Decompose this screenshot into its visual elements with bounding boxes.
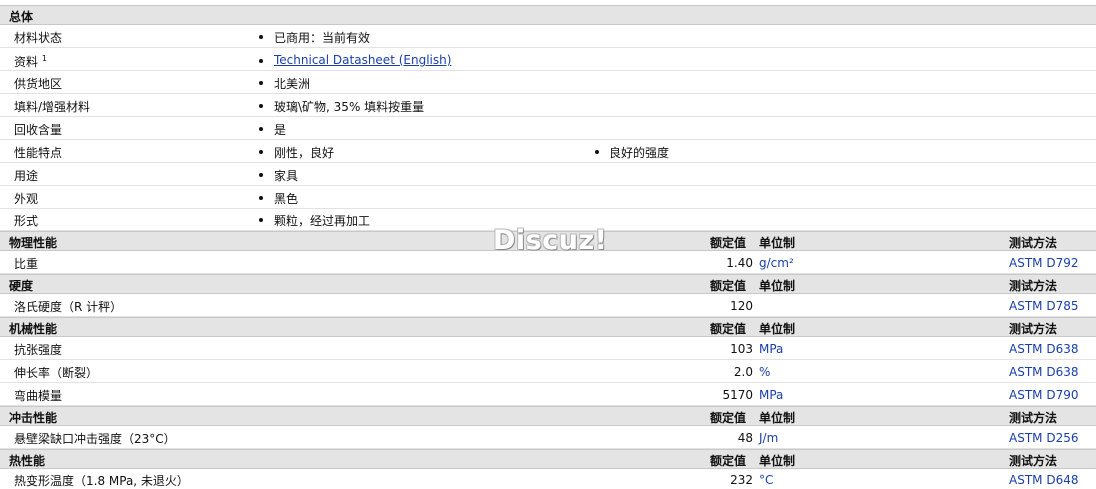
test-method-header: 测试方法 xyxy=(1009,279,1058,293)
property-label: 资料 1 xyxy=(14,54,47,69)
rated-value-header: 额定值 xyxy=(710,454,747,468)
section-title: 硬度 xyxy=(9,279,34,293)
property-label: 弯曲模量 xyxy=(14,389,63,403)
property-value: 5170 xyxy=(722,388,753,402)
bullet-icon xyxy=(259,173,263,177)
property-value: 黑色 xyxy=(274,192,299,206)
test-method: ASTM D638 xyxy=(1009,365,1079,379)
property-value: 刚性，良好 xyxy=(274,146,335,160)
property-unit: % xyxy=(759,365,771,379)
property-label: 伸长率（断裂） xyxy=(14,366,99,380)
property-value: 颗粒，经过再加工 xyxy=(274,214,371,228)
test-method: ASTM D792 xyxy=(1009,256,1079,270)
property-unit: MPa xyxy=(759,388,784,402)
property-row: 供货地区 北美洲 xyxy=(0,71,1096,94)
property-label: 热变形温度（1.8 MPa, 未退火） xyxy=(14,474,189,488)
test-method: ASTM D790 xyxy=(1009,388,1079,402)
unit-header: 单位制 xyxy=(759,236,796,250)
bullet-icon xyxy=(259,218,263,222)
section-title: 物理性能 xyxy=(9,236,58,250)
property-label: 回收含量 xyxy=(14,123,63,137)
section-title: 热性能 xyxy=(9,454,46,468)
property-unit: °C xyxy=(759,473,774,487)
unit-header: 单位制 xyxy=(759,411,796,425)
property-label: 抗张强度 xyxy=(14,343,63,357)
table-row: 抗张强度 103 MPa ASTM D638 xyxy=(0,337,1096,360)
property-value: 是 xyxy=(274,123,287,137)
bullet-icon xyxy=(259,104,263,108)
property-unit: MPa xyxy=(759,342,784,356)
rated-value-header: 额定值 xyxy=(710,236,747,250)
property-value: 120 xyxy=(730,299,753,313)
table-row: 悬壁梁缺口冲击强度（23°C） 48 J/m ASTM D256 xyxy=(0,426,1096,449)
property-label: 比重 xyxy=(14,257,39,271)
property-value: 103 xyxy=(730,342,753,356)
property-value: 家具 xyxy=(274,169,299,183)
unit-header: 单位制 xyxy=(759,279,796,293)
property-value: 48 xyxy=(737,431,753,445)
property-row: 资料 1 Technical Datasheet (English) xyxy=(0,48,1096,71)
property-value: 232 xyxy=(730,473,753,487)
property-value: 1.40 xyxy=(726,256,753,270)
section-title: 机械性能 xyxy=(9,322,58,336)
property-label: 性能特点 xyxy=(14,146,63,160)
property-row: 材料状态 已商用：当前有效 xyxy=(0,25,1096,48)
bullet-icon xyxy=(259,150,263,154)
property-label: 填料/增强材料 xyxy=(14,100,91,114)
rated-value-header: 额定值 xyxy=(710,411,747,425)
property-label: 洛氏硬度（R 计秤） xyxy=(14,300,123,314)
bullet-icon xyxy=(595,150,599,154)
bullet-icon xyxy=(259,35,263,39)
property-label: 外观 xyxy=(14,192,39,206)
test-method-header: 测试方法 xyxy=(1009,411,1058,425)
table-row: 热变形温度（1.8 MPa, 未退火） 232 °C ASTM D648 xyxy=(0,469,1096,489)
bullet-icon xyxy=(259,81,263,85)
property-unit: J/m xyxy=(759,431,779,445)
property-label: 形式 xyxy=(14,214,39,228)
test-method: ASTM D785 xyxy=(1009,299,1079,313)
property-label: 悬壁梁缺口冲击强度（23°C） xyxy=(14,432,176,446)
test-method: ASTM D256 xyxy=(1009,431,1079,445)
property-row: 用途 家具 xyxy=(0,163,1096,186)
unit-header: 单位制 xyxy=(759,454,796,468)
test-method: ASTM D638 xyxy=(1009,342,1079,356)
table-row: 洛氏硬度（R 计秤） 120 ASTM D785 xyxy=(0,294,1096,317)
rated-value-header: 额定值 xyxy=(710,279,747,293)
test-method-header: 测试方法 xyxy=(1009,454,1058,468)
section-header-thermal: 热性能 额定值 单位制 测试方法 xyxy=(0,449,1096,469)
property-row: 外观 黑色 xyxy=(0,186,1096,209)
property-label: 供货地区 xyxy=(14,77,63,91)
section-title: 冲击性能 xyxy=(9,411,58,425)
table-row: 弯曲模量 5170 MPa ASTM D790 xyxy=(0,383,1096,406)
rated-value-header: 额定值 xyxy=(710,322,747,336)
section-header-impact: 冲击性能 额定值 单位制 测试方法 xyxy=(0,406,1096,426)
property-unit: g/cm² xyxy=(759,256,794,270)
test-method-header: 测试方法 xyxy=(1009,236,1058,250)
test-method: ASTM D648 xyxy=(1009,473,1079,487)
section-header-mechanical: 机械性能 额定值 单位制 测试方法 xyxy=(0,317,1096,337)
datasheet-link[interactable]: Technical Datasheet (English) xyxy=(274,53,451,67)
section-header-general: 总体 xyxy=(0,5,1096,25)
property-row: 回收含量 是 xyxy=(0,117,1096,140)
unit-header: 单位制 xyxy=(759,322,796,336)
table-row: 伸长率（断裂） 2.0 % ASTM D638 xyxy=(0,360,1096,383)
bullet-icon xyxy=(259,127,263,131)
property-value: 良好的强度 xyxy=(609,146,670,160)
section-header-hardness: 硬度 额定值 单位制 测试方法 xyxy=(0,274,1096,294)
property-value: 玻璃\矿物, 35% 填料按重量 xyxy=(274,100,425,114)
property-value: 已商用：当前有效 xyxy=(274,31,371,45)
property-row: 填料/增强材料 玻璃\矿物, 35% 填料按重量 xyxy=(0,94,1096,117)
property-label: 用途 xyxy=(14,169,39,183)
bullet-icon xyxy=(259,196,263,200)
bullet-icon xyxy=(259,59,263,63)
test-method-header: 测试方法 xyxy=(1009,322,1058,336)
property-value: 北美洲 xyxy=(274,77,311,91)
watermark: Discuz! xyxy=(493,225,608,256)
footnote-marker: 1 xyxy=(41,54,47,63)
property-row: 性能特点 刚性，良好 良好的强度 xyxy=(0,140,1096,163)
property-value: 2.0 xyxy=(733,365,753,379)
section-title: 总体 xyxy=(9,10,34,24)
property-label: 材料状态 xyxy=(14,31,63,45)
